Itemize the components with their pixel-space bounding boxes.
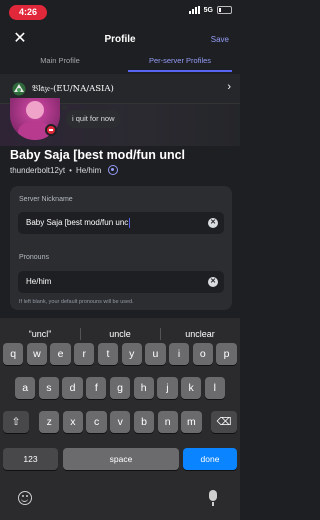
key-n[interactable]: n (157, 411, 178, 433)
key-i[interactable]: i (168, 343, 190, 365)
status-bar: 4:26 5G (0, 0, 240, 24)
key-h[interactable]: h (133, 377, 154, 399)
do-not-disturb-icon (45, 124, 57, 136)
status-bubble-tail (62, 105, 67, 110)
key-e[interactable]: e (50, 343, 71, 365)
space-key[interactable]: space (63, 448, 179, 470)
clear-nickname-icon[interactable]: ✕ (208, 218, 218, 228)
key-s[interactable]: s (38, 377, 60, 399)
key-k[interactable]: k (180, 377, 202, 399)
key-o[interactable]: o (192, 343, 213, 365)
server-icon (12, 82, 26, 96)
autocomplete-bar: “uncl” uncle unclear (0, 323, 240, 345)
separator-dot: • (69, 165, 72, 175)
key-f[interactable]: f (86, 377, 107, 399)
key-d[interactable]: d (62, 377, 83, 399)
key-r[interactable]: r (74, 343, 95, 365)
username: thunderbolt12yt (10, 165, 66, 175)
battery-icon (217, 6, 232, 14)
pronouns-label: Pronouns (19, 254, 49, 261)
delete-key[interactable]: ⌫ (211, 411, 237, 433)
key-b[interactable]: b (133, 411, 155, 433)
tab-per-server-profiles[interactable]: Per-server Profiles (120, 54, 240, 72)
key-c[interactable]: c (86, 411, 107, 433)
numbers-key[interactable]: 123 (3, 448, 58, 470)
key-m[interactable]: m (181, 411, 202, 433)
header: ✕ Profile Save (0, 26, 240, 54)
key-l[interactable]: l (204, 377, 225, 399)
key-z[interactable]: z (39, 411, 60, 433)
emoji-icon[interactable] (18, 491, 32, 505)
per-server-form: Server Nickname Baby Saja [best mod/fun … (10, 186, 232, 310)
key-t[interactable]: t (97, 343, 119, 365)
key-x[interactable]: x (62, 411, 84, 433)
keyboard: “uncl” uncle unclear qwertyuiop asdfghjkl… (0, 318, 240, 520)
done-key[interactable]: done (183, 448, 237, 470)
suggestion-item[interactable]: uncle (80, 323, 160, 345)
shift-key[interactable]: ⇧ (3, 411, 29, 433)
display-name: Baby Saja [best mod/fun uncl (10, 148, 186, 162)
microphone-icon[interactable] (209, 490, 217, 506)
tab-main-profile[interactable]: Main Profile (0, 54, 120, 72)
key-j[interactable]: j (157, 377, 178, 399)
save-button[interactable]: Save (211, 35, 229, 44)
suggestion-item[interactable]: “uncl” (0, 323, 80, 345)
key-v[interactable]: v (110, 411, 131, 433)
pronouns-hint: If left blank, your default pronouns wil… (19, 299, 134, 305)
profile-tabs: Main Profile Per-server Profiles (0, 54, 240, 72)
page-title: Profile (104, 34, 136, 45)
status-time: 4:26 (9, 5, 47, 20)
status-indicators: 5G (188, 6, 232, 14)
pronouns-input[interactable]: He/him ✕ (18, 271, 224, 293)
suggestion-item[interactable]: unclear (160, 323, 240, 345)
nickname-input[interactable]: Baby Saja [best mod/fun unc ✕ (18, 212, 224, 234)
server-name: 𝔅𝔩𝔞𝔷𝔢-(EU/NA/ASIA) (32, 84, 114, 94)
chevron-right-icon: › (227, 81, 231, 93)
nickname-value: Baby Saja [best mod/fun unc (26, 218, 129, 227)
key-q[interactable]: q (3, 343, 24, 365)
key-y[interactable]: y (121, 343, 142, 365)
key-a[interactable]: a (15, 377, 36, 399)
network-label: 5G (203, 6, 213, 14)
pronouns-display: He/him (75, 165, 102, 175)
pronouns-value: He/him (26, 277, 52, 286)
text-caret (129, 217, 131, 228)
signal-icon (188, 6, 200, 14)
custom-status-bubble[interactable]: i quit for now (66, 110, 121, 128)
clear-pronouns-icon[interactable]: ✕ (208, 277, 218, 287)
key-p[interactable]: p (216, 343, 237, 365)
nickname-label: Server Nickname (19, 196, 73, 203)
user-line: thunderbolt12yt • He/him (10, 165, 119, 175)
nitro-badge-icon (108, 165, 119, 175)
key-w[interactable]: w (26, 343, 48, 365)
key-u[interactable]: u (145, 343, 166, 365)
key-g[interactable]: g (109, 377, 131, 399)
